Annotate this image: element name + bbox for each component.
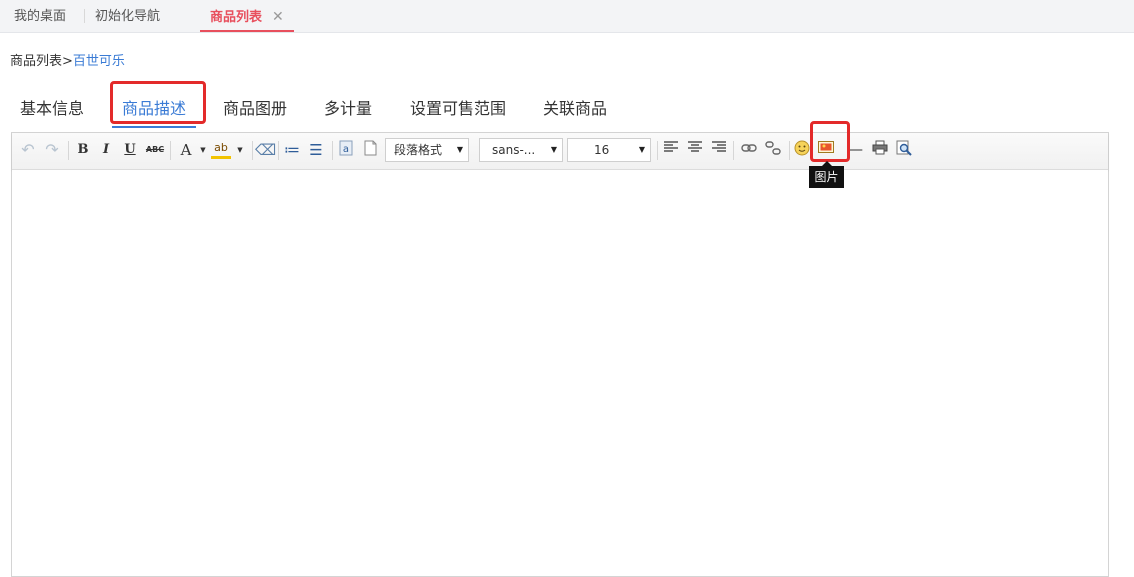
align-center-icon[interactable]: [685, 140, 705, 160]
font-color-arrow-icon[interactable]: ▼: [193, 140, 213, 160]
paragraph-format-value: 段落格式: [394, 143, 443, 157]
highlight-box-tab: [110, 81, 206, 124]
align-right-icon[interactable]: [709, 140, 729, 160]
breadcrumb-separator: >: [62, 54, 73, 69]
font-family-value: sans-...: [492, 143, 536, 157]
toolbar-divider: [733, 141, 734, 160]
underline-button[interactable]: U: [120, 140, 140, 160]
redo-icon[interactable]: ↷: [42, 140, 62, 160]
breadcrumb-current[interactable]: 百世可乐: [73, 54, 125, 69]
strikethrough-button[interactable]: ABC: [143, 140, 167, 160]
chevron-down-icon: ▼: [638, 145, 645, 154]
toolbar-divider: [789, 141, 790, 160]
editor-toolbar: ↶ ↷ B I U ABC A ▼ ab ▼ ⌫ ≔ ☰ a 段落格式 ▼ sa…: [12, 133, 1108, 170]
paragraph-format-select[interactable]: 段落格式 ▼: [385, 138, 469, 162]
toolbar-divider: [170, 141, 171, 160]
unlink-icon[interactable]: [763, 140, 783, 160]
unordered-list-icon[interactable]: ☰: [306, 140, 326, 160]
bold-button[interactable]: B: [73, 140, 93, 160]
ordered-list-icon[interactable]: ≔: [282, 140, 302, 160]
font-size-select[interactable]: 16 ▼: [567, 138, 651, 162]
breadcrumb: 商品列表>百世可乐: [10, 50, 125, 69]
tab-init-nav[interactable]: 初始化导航: [95, 0, 160, 32]
tab-product-list-label: 商品列表: [210, 10, 263, 25]
toolbar-divider: [657, 141, 658, 160]
font-size-value: 16: [594, 143, 610, 157]
tab-sale-range[interactable]: 设置可售范围: [410, 96, 506, 126]
font-family-select[interactable]: sans-... ▼: [479, 138, 563, 162]
chevron-down-icon: ▼: [456, 145, 463, 154]
breadcrumb-parent[interactable]: 商品列表: [10, 54, 62, 69]
editor-content-area[interactable]: [12, 170, 1108, 570]
blank-page-icon[interactable]: [360, 140, 380, 160]
highlight-color-button[interactable]: ab: [211, 140, 231, 159]
rich-text-editor: ↶ ↷ B I U ABC A ▼ ab ▼ ⌫ ≔ ☰ a 段落格式 ▼ sa…: [11, 132, 1109, 577]
eraser-icon[interactable]: ⌫: [255, 140, 276, 160]
toolbar-divider: [252, 141, 253, 160]
italic-button[interactable]: I: [96, 140, 116, 160]
tab-product-album[interactable]: 商品图册: [223, 96, 287, 126]
tab-basic-info[interactable]: 基本信息: [20, 96, 84, 126]
toolbar-divider: [278, 141, 279, 160]
toolbar-divider: [332, 141, 333, 160]
highlight-arrow-icon[interactable]: ▼: [230, 140, 250, 160]
image-tooltip: 图片: [809, 161, 844, 188]
anchor-icon[interactable]: a: [336, 140, 356, 160]
toolbar-divider: [68, 141, 69, 160]
align-left-icon[interactable]: [661, 140, 681, 160]
tab-related-products[interactable]: 关联商品: [543, 96, 607, 126]
top-tab-bar: 我的桌面 初始化导航 商品列表 ✕: [0, 0, 1134, 33]
tab-my-desktop[interactable]: 我的桌面: [14, 0, 66, 32]
print-icon[interactable]: [870, 140, 890, 160]
link-icon[interactable]: [739, 140, 759, 160]
svg-text:a: a: [343, 144, 349, 155]
preview-icon[interactable]: [894, 140, 914, 160]
chevron-down-icon: ▼: [550, 145, 557, 154]
undo-icon[interactable]: ↶: [18, 140, 38, 160]
close-icon[interactable]: ✕: [272, 9, 284, 25]
tab-divider: [84, 9, 85, 23]
highlight-box-image-button: [810, 121, 850, 162]
tab-product-list[interactable]: 商品列表 ✕: [200, 0, 294, 32]
emoji-icon[interactable]: [792, 140, 812, 160]
tab-multi-unit[interactable]: 多计量: [324, 96, 372, 126]
